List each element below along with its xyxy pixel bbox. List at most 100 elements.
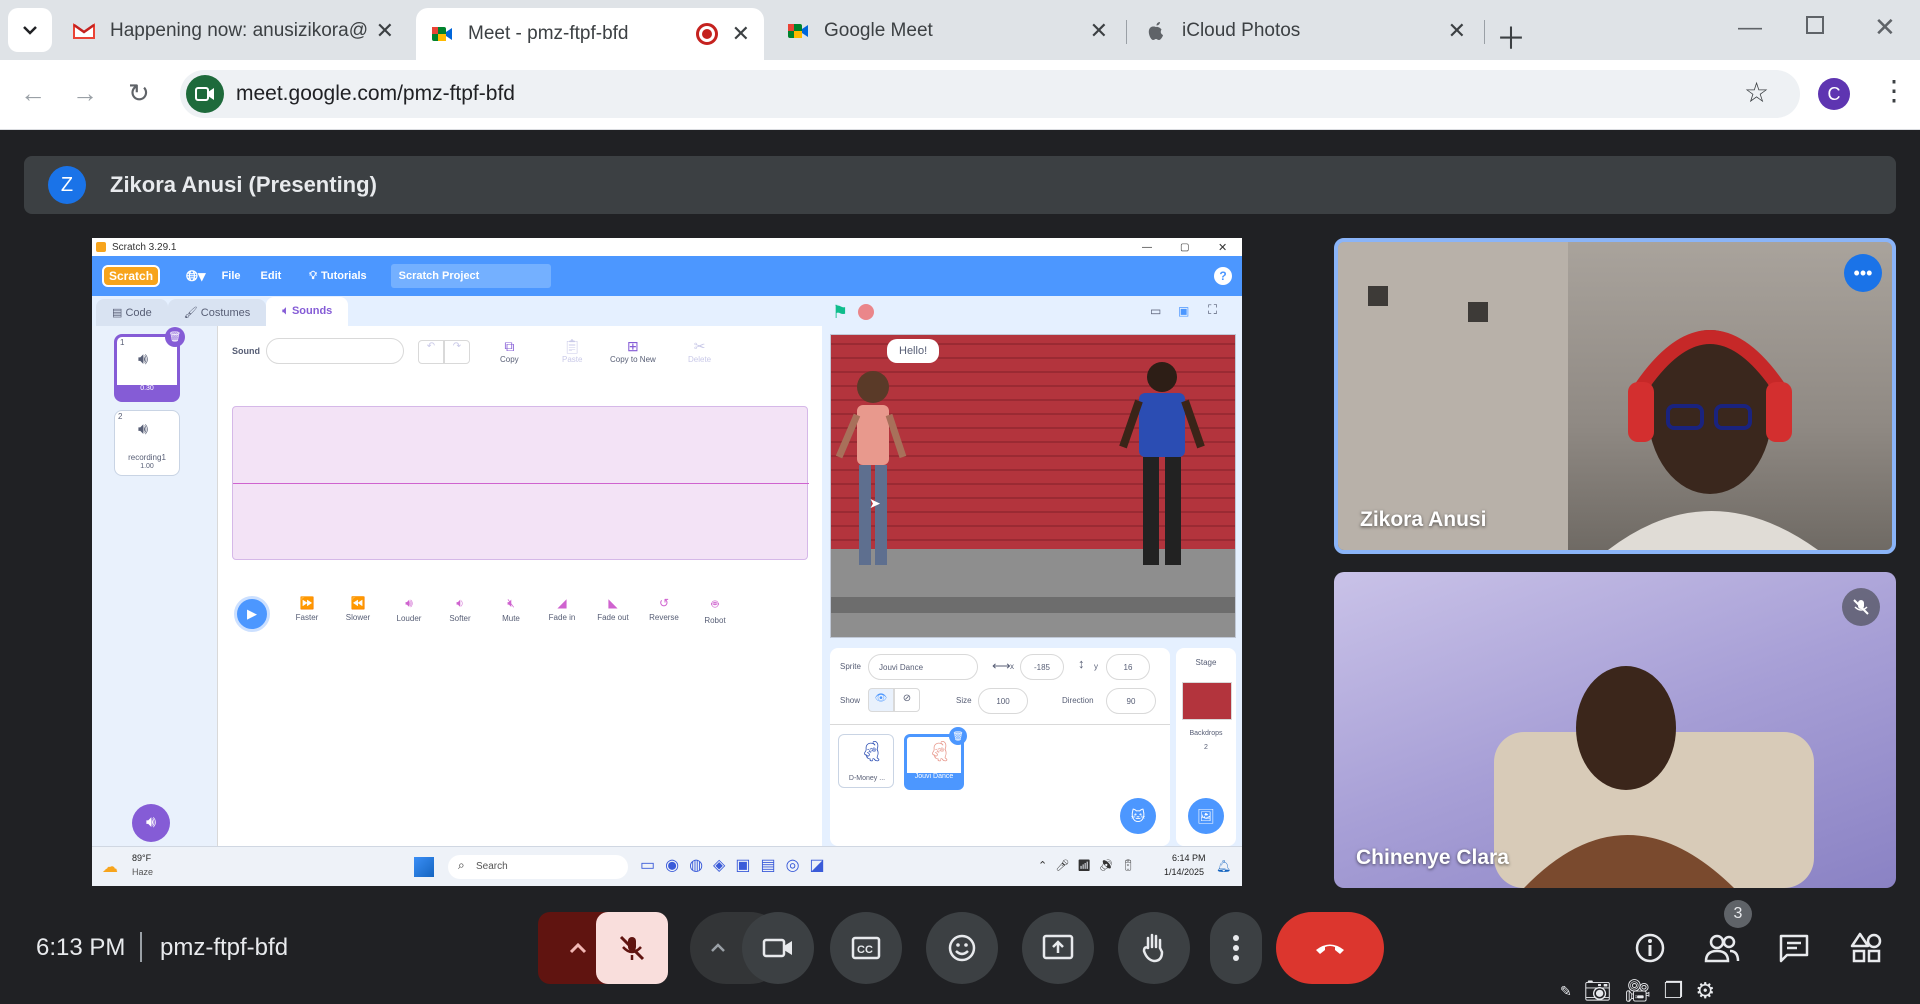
delete-sprite-icon[interactable]: 🗑︎ <box>949 727 967 745</box>
show-hidden-toggle[interactable]: ⊘ <box>894 688 920 712</box>
close-window-button[interactable]: ✕ <box>1874 12 1896 43</box>
stop-icon[interactable] <box>858 304 874 320</box>
sound-name-input[interactable] <box>266 338 404 364</box>
camera-toggle-button[interactable] <box>742 912 814 984</box>
leave-call-button[interactable] <box>1276 912 1384 984</box>
browser-menu-icon[interactable]: ⋮ <box>1880 74 1908 107</box>
taskbar-search[interactable]: Search <box>448 855 628 879</box>
more-options-button[interactable] <box>1210 912 1262 984</box>
stage-canvas[interactable]: Hello! ➤ <box>830 334 1236 638</box>
settings-gear-icon[interactable]: ⚙ <box>1695 978 1715 1004</box>
scratch-logo[interactable]: Scratch <box>102 265 161 287</box>
fullscreen-icon[interactable]: ⛶ <box>1208 302 1217 318</box>
sprite-thumb-jouvi-dance[interactable]: 💃︎ Jouvi Dance 🗑︎ <box>904 727 967 790</box>
tab-icloud-photos[interactable]: iCloud Photos ✕ <box>1130 8 1480 54</box>
show-visible-toggle[interactable]: 👁︎ <box>868 688 894 712</box>
small-stage-icon[interactable]: ▭ <box>1150 304 1161 318</box>
reload-button[interactable]: ↻ <box>128 78 150 109</box>
tab-meet-active[interactable]: Meet - pmz-ftpf-bfd ✕ <box>416 8 764 60</box>
new-tab-button[interactable]: ＋ <box>1496 14 1526 58</box>
project-title-field[interactable]: Scratch Project <box>390 264 551 288</box>
effect-button[interactable]: ⏪ Slower <box>335 596 381 622</box>
reactions-button[interactable] <box>926 912 998 984</box>
restore-button[interactable] <box>1806 16 1824 34</box>
undo-button[interactable]: ↶ <box>418 340 444 364</box>
win-maximize-icon[interactable]: ▢ <box>1180 242 1189 253</box>
raise-hand-button[interactable] <box>1118 912 1190 984</box>
menu-tutorials[interactable]: Tutorials <box>321 270 367 282</box>
tab-google-meet[interactable]: Google Meet ✕ <box>772 8 1122 54</box>
menu-edit[interactable]: Edit <box>261 270 282 282</box>
globe-icon[interactable]: 🌐︎▾ <box>186 267 206 285</box>
green-flag-icon[interactable]: ⚑ <box>832 302 848 323</box>
screenshot-camera-icon[interactable]: 📷︎ <box>1584 978 1612 1004</box>
present-screen-button[interactable] <box>1022 912 1094 984</box>
effect-button[interactable]: ◣ Fade out <box>590 596 636 622</box>
play-sound-button[interactable]: ▶ <box>234 596 270 632</box>
windows-start-icon[interactable] <box>414 857 434 877</box>
add-backdrop-button[interactable]: 🖼︎ <box>1188 798 1224 834</box>
tab-search-button[interactable] <box>8 8 52 52</box>
copy-to-new-tool[interactable]: ⊞ Copy to New <box>610 338 656 364</box>
windows-icon[interactable]: ❐ <box>1664 978 1684 1004</box>
effect-button[interactable]: ⏩ Faster <box>284 596 330 622</box>
sprite-thumb-d-money[interactable]: 🕺︎ D-Money ... <box>838 734 894 788</box>
direction-field[interactable]: 90 <box>1106 688 1156 714</box>
sprite-info-panel: Sprite Jouvi Dance ⟷ x -185 ↕ y 16 Show … <box>830 648 1170 846</box>
delete-sound-icon[interactable]: 🗑︎ <box>165 327 185 347</box>
sound-item-1[interactable]: 1 🔊︎ 0.30 🗑︎ <box>114 327 185 402</box>
help-icon[interactable]: ? <box>1214 267 1232 285</box>
size-field[interactable]: 100 <box>978 688 1028 714</box>
participant-tile-zikora[interactable]: ••• Zikora Anusi <box>1334 238 1896 554</box>
scratch-editor-tabs: ▤ Code 🖌︎ Costumes 🔈︎ Sounds <box>92 296 812 326</box>
effect-button[interactable]: ↺ Reverse <box>641 596 687 622</box>
bookmark-star-icon[interactable]: ☆ <box>1744 76 1769 109</box>
tab-costumes[interactable]: 🖌︎ Costumes <box>167 299 267 326</box>
y-field[interactable]: 16 <box>1106 654 1150 680</box>
effect-button[interactable]: ◢ Fade in <box>539 596 585 622</box>
pin-icon[interactable]: ✎ <box>1560 983 1572 1000</box>
large-stage-icon[interactable]: ▣ <box>1178 304 1189 318</box>
minimize-button[interactable]: — <box>1738 14 1762 42</box>
effect-button[interactable]: 🤖︎ Robot <box>692 596 738 625</box>
add-sprite-button[interactable]: 🐱︎ <box>1120 798 1156 834</box>
meeting-details-button[interactable] <box>1628 926 1672 970</box>
tab-code[interactable]: ▤ Code <box>96 299 168 326</box>
microphone-toggle-button[interactable] <box>596 912 668 984</box>
close-icon[interactable]: ✕ <box>1090 18 1108 44</box>
close-icon[interactable]: ✕ <box>732 21 750 47</box>
effect-button[interactable]: 🔇︎ Mute <box>488 596 534 623</box>
sound-item-2[interactable]: 2 🔊︎ recording1 1.00 <box>114 410 180 476</box>
tab-gmail[interactable]: Happening now: anusizikora@g ✕ <box>58 8 408 54</box>
activities-button[interactable] <box>1844 926 1888 970</box>
forward-button[interactable]: → <box>72 78 98 109</box>
sprite-name-field[interactable]: Jouvi Dance <box>868 654 978 680</box>
paste-tool[interactable]: 📋︎ Paste <box>562 338 582 364</box>
back-button[interactable]: ← <box>20 78 46 109</box>
effect-button[interactable]: 🔊︎ Louder <box>386 596 432 623</box>
win-close-icon[interactable]: ✕ <box>1218 241 1227 254</box>
waveform-area[interactable] <box>232 406 809 560</box>
menu-file[interactable]: File <box>222 270 241 282</box>
effect-button[interactable]: 🔉︎ Softer <box>437 596 483 623</box>
video-record-icon[interactable]: 🎥︎ <box>1624 978 1652 1004</box>
delete-tool[interactable]: ✂ Delete <box>688 338 711 364</box>
copy-tool[interactable]: ⧉ Copy <box>500 338 519 364</box>
address-bar[interactable]: meet.google.com/pmz-ftpf-bfd <box>180 70 1800 118</box>
stage-selector[interactable]: Stage Backdrops 2 🖼︎ <box>1176 648 1236 846</box>
y-arrow-icon: ↕ <box>1078 656 1085 671</box>
participant-tile-chinenye[interactable]: Chinenye Clara <box>1334 572 1896 888</box>
more-options-button[interactable]: ••• <box>1844 254 1882 292</box>
captions-button[interactable]: CC <box>830 912 902 984</box>
win-minimize-icon[interactable]: — <box>1142 242 1152 253</box>
people-button[interactable]: 3 <box>1700 900 1752 970</box>
x-field[interactable]: -185 <box>1020 654 1064 680</box>
close-icon[interactable]: ✕ <box>376 18 394 44</box>
notification-bell-icon[interactable]: 🔔︎ <box>1216 859 1231 873</box>
tab-sounds[interactable]: 🔈︎ Sounds <box>266 297 349 326</box>
close-icon[interactable]: ✕ <box>1448 18 1466 44</box>
profile-avatar[interactable]: C <box>1818 78 1850 110</box>
redo-button[interactable]: ↷ <box>444 340 470 364</box>
chat-button[interactable] <box>1772 926 1816 970</box>
add-sound-button[interactable]: 🔊︎ <box>132 804 170 842</box>
